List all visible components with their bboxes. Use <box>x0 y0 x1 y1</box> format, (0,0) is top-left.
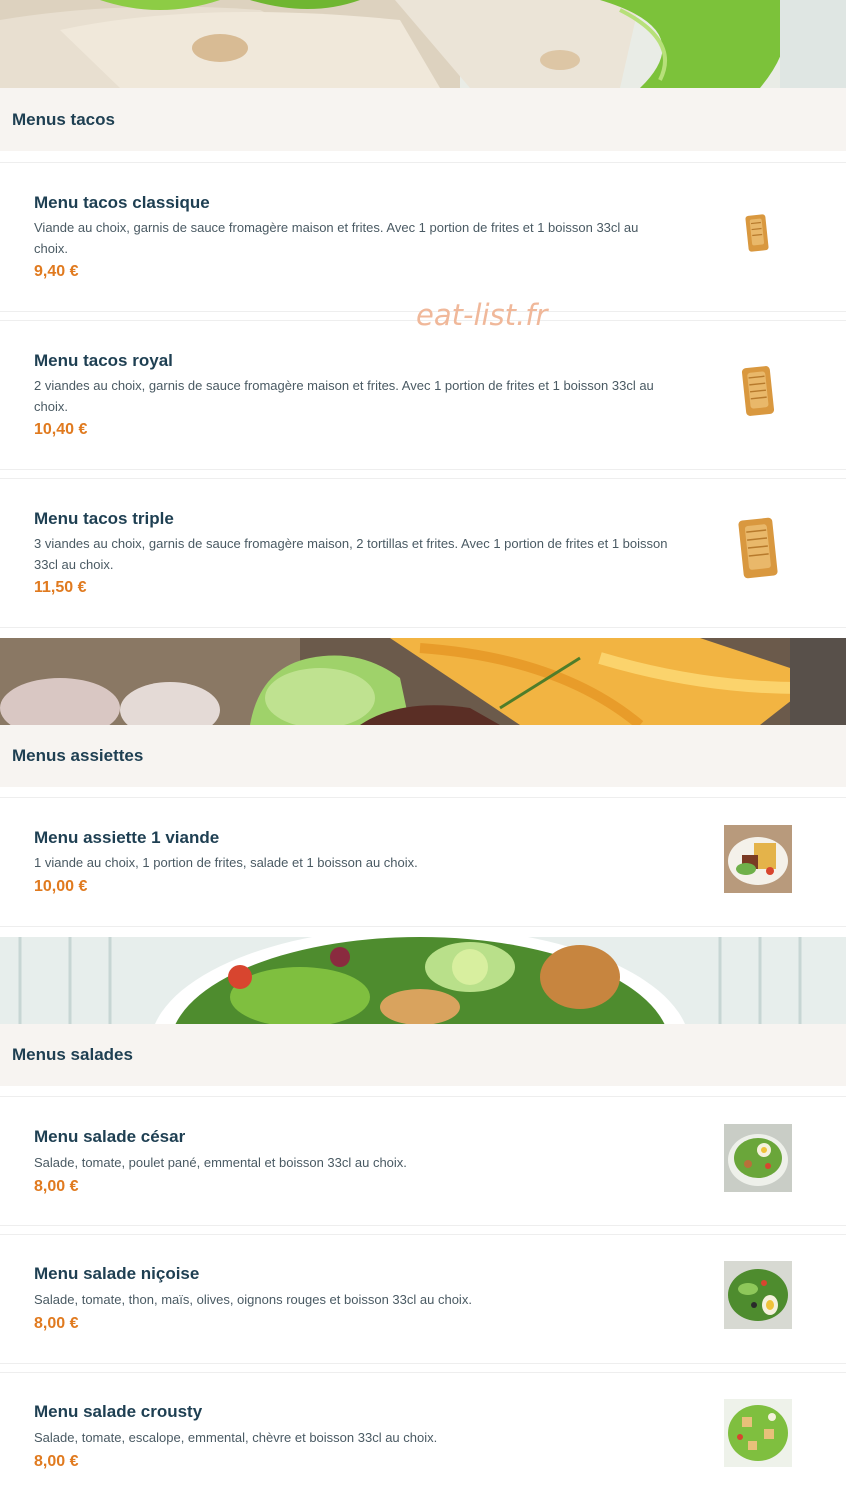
menu-item-tacos-triple[interactable]: Menu tacos triple 3 viandes au choix, ga… <box>0 478 846 628</box>
salad-thumbnail-icon <box>724 1261 792 1329</box>
item-name: Menu assiette 1 viande <box>34 828 220 847</box>
item-description: Salade, tomate, thon, maïs, olives, oign… <box>34 1292 472 1307</box>
item-price: 10,40 € <box>34 421 88 438</box>
item-description: Salade, tomate, escalope, emmental, chèv… <box>34 1430 438 1445</box>
item-description: Salade, tomate, poulet pané, emmental et… <box>34 1155 407 1170</box>
item-name: Menu salade césar <box>34 1127 186 1146</box>
plate-thumbnail-icon <box>724 825 792 893</box>
item-price: 11,50 € <box>34 579 87 596</box>
tacos-thumbnail-icon <box>741 366 775 416</box>
section-title: Menus salades <box>12 1045 133 1064</box>
watermark-text: eat-list.fr <box>416 298 548 332</box>
menu-item-tacos-royal[interactable]: Menu tacos royal 2 viandes au choix, gar… <box>0 320 846 470</box>
item-name: Menu salade crousty <box>34 1402 203 1421</box>
item-description: 2 viandes au choix, garnis de sauce from… <box>34 378 654 414</box>
section-title: Menus tacos <box>12 109 115 129</box>
item-name: Menu tacos triple <box>34 509 174 528</box>
tacos-thumbnail-icon <box>745 214 769 252</box>
menu-item-salade-cesar[interactable]: Menu salade césar Salade, tomate, poulet… <box>0 1096 846 1226</box>
salads-banner-image <box>0 937 846 1024</box>
section-title: Menus assiettes <box>12 746 144 765</box>
tacos-banner-image <box>0 0 846 88</box>
plates-banner-image <box>0 638 846 725</box>
item-description: 1 viande au choix, 1 portion de frites, … <box>34 855 418 870</box>
menu-item-salade-crousty[interactable]: Menu salade crousty Salade, tomate, esca… <box>0 1372 846 1500</box>
salad-thumbnail-icon <box>724 1124 792 1192</box>
item-name: Menu tacos royal <box>34 351 173 370</box>
tacos-thumbnail-icon <box>738 517 778 579</box>
menu-item-tacos-classique[interactable]: Menu tacos classique Viande au choix, ga… <box>0 162 846 312</box>
salad-thumbnail-icon <box>724 1399 792 1467</box>
item-price: 10,00 € <box>34 878 88 895</box>
menu-item-salade-nicoise[interactable]: Menu salade niçoise Salade, tomate, thon… <box>0 1234 846 1364</box>
item-description: Viande au choix, garnis de sauce fromagè… <box>34 220 639 256</box>
item-description: 3 viandes au choix, garnis de sauce from… <box>34 536 668 572</box>
item-name: Menu salade niçoise <box>34 1264 200 1283</box>
item-price: 9,40 € <box>34 263 79 280</box>
section-header-tacos: Menus tacos <box>0 88 846 151</box>
menu-item-assiette-1-viande[interactable]: Menu assiette 1 viande 1 viande au choix… <box>0 797 846 927</box>
section-header-salades: Menus salades <box>0 1024 846 1086</box>
item-price: 8,00 € <box>34 1315 79 1332</box>
item-price: 8,00 € <box>34 1453 79 1470</box>
item-name: Menu tacos classique <box>34 193 210 212</box>
section-header-assiettes: Menus assiettes <box>0 725 846 787</box>
item-price: 8,00 € <box>34 1178 79 1195</box>
